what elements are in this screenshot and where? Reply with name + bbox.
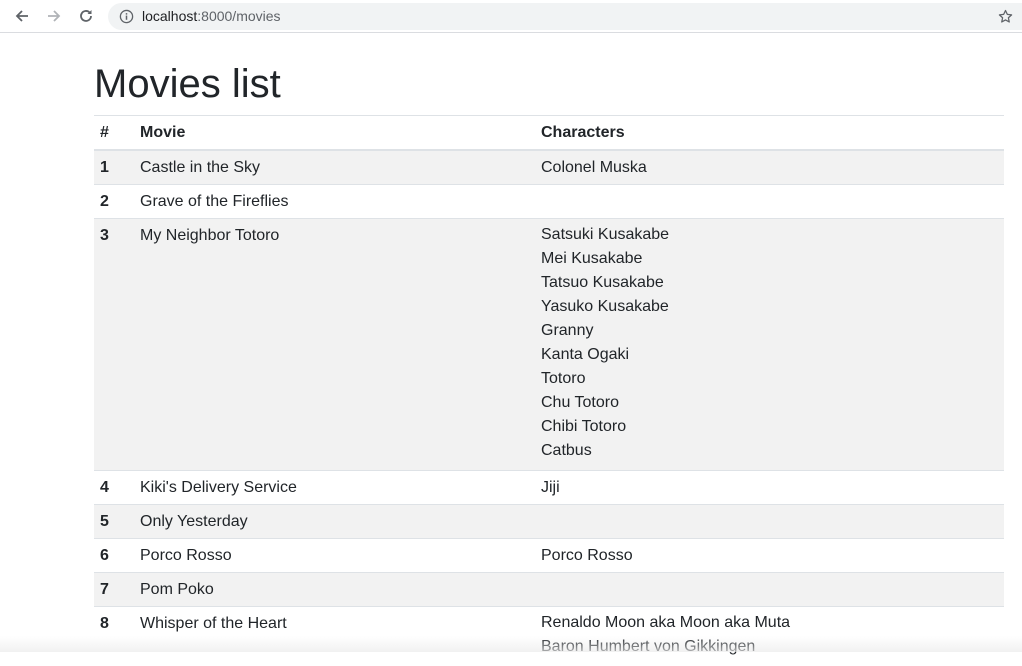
header-characters: Characters xyxy=(535,116,1004,151)
character-name: Renaldo Moon aka Moon aka Muta xyxy=(541,611,998,635)
row-number: 3 xyxy=(94,219,134,471)
character-name: Totoro xyxy=(541,367,998,391)
arrow-right-icon xyxy=(46,8,62,24)
table-row: 4Kiki's Delivery Service Jiji xyxy=(94,471,1004,505)
row-number: 7 xyxy=(94,573,134,607)
character-name: Satsuki Kusakabe xyxy=(541,223,998,247)
character-name: Mei Kusakabe xyxy=(541,247,998,271)
characters-list: Satsuki KusakabeMei KusakabeTatsuo Kusak… xyxy=(541,223,998,463)
characters-cell: Colonel Muska xyxy=(535,150,1004,185)
row-number: 5 xyxy=(94,505,134,539)
movie-title: Castle in the Sky xyxy=(134,150,535,185)
row-number: 1 xyxy=(94,150,134,185)
page-title: Movies list xyxy=(94,34,1004,115)
character-name: Kanta Ogaki xyxy=(541,343,998,367)
movie-title: Only Yesterday xyxy=(134,505,535,539)
character-name: Chibi Totoro xyxy=(541,415,998,439)
movies-table: # Movie Characters 1Castle in the Sky Col… xyxy=(94,115,1004,666)
movie-title: Porco Rosso xyxy=(134,539,535,573)
header-number: # xyxy=(94,116,134,151)
row-number: 4 xyxy=(94,471,134,505)
movie-title: Pom Poko xyxy=(134,573,535,607)
table-header-row: # Movie Characters xyxy=(94,116,1004,151)
row-number: 2 xyxy=(94,185,134,219)
url-path: :8000/movies xyxy=(197,8,280,24)
browser-toolbar: localhost:8000/movies xyxy=(0,0,1022,33)
bottom-scroll-shadow xyxy=(0,636,1022,652)
character-name: Chu Totoro xyxy=(541,391,998,415)
header-movie: Movie xyxy=(134,116,535,151)
character-name: Porco Rosso xyxy=(541,546,998,565)
characters-cell: Satsuki KusakabeMei KusakabeTatsuo Kusak… xyxy=(535,219,1004,471)
url-host: localhost xyxy=(142,8,197,24)
character-name: Yasuko Kusakabe xyxy=(541,295,998,319)
characters-cell xyxy=(535,505,1004,539)
table-row: 2Grave of the Fireflies xyxy=(94,185,1004,219)
character-name: Jiji xyxy=(541,478,998,497)
characters-list: Porco Rosso xyxy=(541,546,998,565)
movie-title: Kiki's Delivery Service xyxy=(134,471,535,505)
characters-cell xyxy=(535,573,1004,607)
table-row: 3My Neighbor TotoroSatsuki KusakabeMei K… xyxy=(94,219,1004,471)
table-row: 5Only Yesterday xyxy=(94,505,1004,539)
arrow-left-icon xyxy=(14,8,30,24)
characters-list: Colonel Muska xyxy=(541,158,998,177)
main-content: Movies list # Movie Characters 1Castle i… xyxy=(94,34,1004,666)
back-button[interactable] xyxy=(11,5,33,27)
movie-title: My Neighbor Totoro xyxy=(134,219,535,471)
bookmark-star-icon[interactable] xyxy=(997,8,1014,25)
url-text[interactable]: localhost:8000/movies xyxy=(142,8,281,25)
character-name: Granny xyxy=(541,319,998,343)
table-row: 6Porco RossoPorco Rosso xyxy=(94,539,1004,573)
forward-button[interactable] xyxy=(43,5,65,27)
reload-icon xyxy=(78,8,94,24)
address-bar[interactable]: localhost:8000/movies xyxy=(108,3,1022,30)
table-row: 1Castle in the Sky Colonel Muska xyxy=(94,150,1004,185)
character-name: Catbus xyxy=(541,439,998,463)
table-row: 7Pom Poko xyxy=(94,573,1004,607)
info-icon[interactable] xyxy=(119,9,134,24)
characters-cell: Porco Rosso xyxy=(535,539,1004,573)
character-name: Tatsuo Kusakabe xyxy=(541,271,998,295)
reload-button[interactable] xyxy=(75,5,97,27)
characters-cell xyxy=(535,185,1004,219)
row-number: 6 xyxy=(94,539,134,573)
movie-title: Grave of the Fireflies xyxy=(134,185,535,219)
character-name: Colonel Muska xyxy=(541,158,998,177)
characters-list: Jiji xyxy=(541,478,998,497)
characters-cell: Jiji xyxy=(535,471,1004,505)
